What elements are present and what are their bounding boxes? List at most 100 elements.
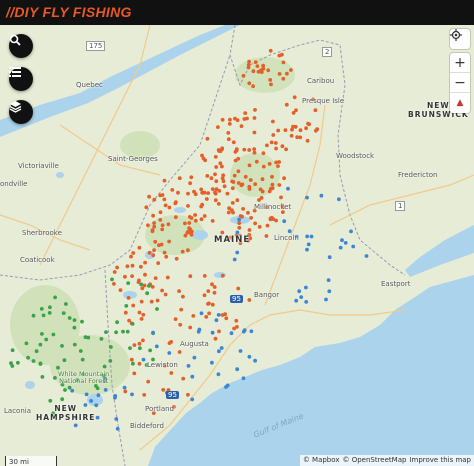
fishing-spot-marker[interactable] — [41, 313, 46, 318]
fishing-spot-marker[interactable] — [48, 305, 52, 310]
fishing-spot-marker[interactable] — [247, 354, 252, 359]
fishing-spot-marker[interactable] — [38, 342, 43, 347]
fishing-spot-marker[interactable] — [186, 364, 191, 368]
fishing-spot-marker[interactable] — [214, 318, 219, 323]
fishing-spot-marker[interactable] — [270, 182, 275, 187]
map-canvas[interactable]: Quebec Victoriaville ondville Saint-Geor… — [0, 25, 474, 466]
brand-logo[interactable]: //DIY FLY FISHING — [6, 4, 132, 20]
fishing-spot-marker[interactable] — [137, 341, 142, 346]
fishing-spot-marker[interactable] — [47, 311, 52, 315]
fishing-spot-marker[interactable] — [104, 330, 108, 334]
fishing-spot-marker[interactable] — [145, 291, 150, 296]
fishing-spot-marker[interactable] — [279, 195, 283, 200]
fishing-spot-marker[interactable] — [313, 108, 318, 113]
fishing-spot-marker[interactable] — [305, 138, 310, 143]
fishing-spot-marker[interactable] — [103, 388, 108, 392]
fishing-spot-marker[interactable] — [142, 393, 147, 397]
fishing-spots-layer[interactable] — [0, 25, 474, 466]
fishing-spot-marker[interactable] — [39, 307, 44, 311]
fishing-spot-marker[interactable] — [153, 276, 158, 280]
fishing-spot-marker[interactable] — [199, 217, 204, 222]
fishing-spot-marker[interactable] — [220, 147, 224, 152]
fishing-spot-marker[interactable] — [187, 215, 192, 219]
fishing-spot-marker[interactable] — [212, 285, 217, 289]
fishing-spot-marker[interactable] — [289, 133, 294, 138]
fishing-spot-marker[interactable] — [112, 270, 117, 274]
fishing-spot-marker[interactable] — [210, 302, 215, 307]
fishing-spot-marker[interactable] — [151, 330, 155, 335]
fishing-spot-marker[interactable] — [276, 164, 280, 169]
list-button[interactable] — [9, 67, 33, 91]
fishing-spot-marker[interactable] — [80, 357, 85, 362]
fishing-spot-marker[interactable] — [128, 346, 132, 350]
fishing-spot-marker[interactable] — [209, 176, 214, 181]
fishing-spot-marker[interactable] — [191, 314, 196, 318]
fishing-spot-marker[interactable] — [118, 288, 123, 292]
fishing-spot-marker[interactable] — [260, 189, 265, 194]
fishing-spot-marker[interactable] — [281, 76, 286, 81]
fishing-spot-marker[interactable] — [228, 117, 232, 122]
fishing-spot-marker[interactable] — [236, 286, 241, 291]
fishing-spot-marker[interactable] — [242, 117, 247, 121]
fishing-spot-marker[interactable] — [125, 264, 130, 269]
fishing-spot-marker[interactable] — [186, 204, 190, 208]
fishing-spot-marker[interactable] — [148, 348, 153, 353]
fishing-spot-marker[interactable] — [159, 242, 164, 247]
fishing-spot-marker[interactable] — [305, 234, 310, 239]
fishing-spot-marker[interactable] — [31, 359, 36, 363]
fishing-spot-marker[interactable] — [124, 304, 129, 308]
fishing-spot-marker[interactable] — [10, 348, 15, 353]
fishing-spot-marker[interactable] — [141, 312, 146, 317]
fishing-spot-marker[interactable] — [247, 59, 252, 64]
fishing-spot-marker[interactable] — [160, 223, 165, 228]
fishing-spot-marker[interactable] — [163, 203, 168, 208]
fishing-spot-marker[interactable] — [280, 144, 285, 149]
fishing-spot-marker[interactable] — [207, 311, 212, 316]
fishing-spot-marker[interactable] — [115, 426, 120, 431]
fishing-spot-marker[interactable] — [206, 289, 211, 293]
fishing-spot-marker[interactable] — [276, 128, 281, 133]
fishing-spot-marker[interactable] — [170, 188, 175, 192]
fishing-spot-marker[interactable] — [231, 180, 236, 184]
fishing-spot-marker[interactable] — [60, 344, 64, 348]
fishing-spot-marker[interactable] — [220, 313, 225, 317]
fishing-spot-marker[interactable] — [63, 388, 67, 392]
fishing-spot-marker[interactable] — [213, 336, 218, 341]
fishing-spot-marker[interactable] — [287, 229, 292, 234]
fishing-spot-marker[interactable] — [132, 371, 137, 376]
fishing-spot-marker[interactable] — [67, 316, 72, 320]
fishing-spot-marker[interactable] — [173, 215, 178, 220]
fishing-spot-marker[interactable] — [234, 147, 239, 152]
fishing-spot-marker[interactable] — [265, 143, 269, 148]
fishing-spot-marker[interactable] — [257, 198, 261, 202]
fishing-spot-marker[interactable] — [186, 248, 190, 253]
fishing-spot-marker[interactable] — [150, 229, 155, 234]
fishing-spot-marker[interactable] — [200, 190, 205, 195]
fishing-spot-marker[interactable] — [125, 329, 130, 334]
layers-button[interactable] — [9, 100, 33, 124]
fishing-spot-marker[interactable] — [155, 298, 160, 303]
fishing-spot-marker[interactable] — [283, 128, 288, 132]
fishing-spot-marker[interactable] — [255, 64, 260, 68]
fishing-spot-marker[interactable] — [227, 122, 232, 126]
fishing-spot-marker[interactable] — [192, 355, 197, 360]
fishing-spot-marker[interactable] — [210, 187, 215, 192]
fishing-spot-marker[interactable] — [241, 329, 246, 334]
fishing-spot-marker[interactable] — [146, 223, 150, 228]
fishing-spot-marker[interactable] — [327, 255, 332, 260]
fishing-spot-marker[interactable] — [130, 392, 134, 397]
fishing-spot-marker[interactable] — [177, 350, 182, 354]
fishing-spot-marker[interactable] — [186, 392, 190, 397]
fishing-spot-marker[interactable] — [236, 181, 241, 185]
fishing-spot-marker[interactable] — [273, 141, 278, 145]
fishing-spot-marker[interactable] — [265, 223, 270, 228]
fishing-spot-marker[interactable] — [282, 219, 287, 224]
fishing-spot-marker[interactable] — [226, 131, 231, 135]
fishing-spot-marker[interactable] — [216, 372, 221, 377]
fishing-spot-marker[interactable] — [24, 341, 29, 346]
fishing-spot-marker[interactable] — [60, 397, 65, 402]
zoom-out-button[interactable]: − — [450, 73, 470, 93]
fishing-spot-marker[interactable] — [214, 165, 219, 169]
fishing-spot-marker[interactable] — [139, 299, 144, 304]
fishing-spot-marker[interactable] — [200, 153, 204, 158]
